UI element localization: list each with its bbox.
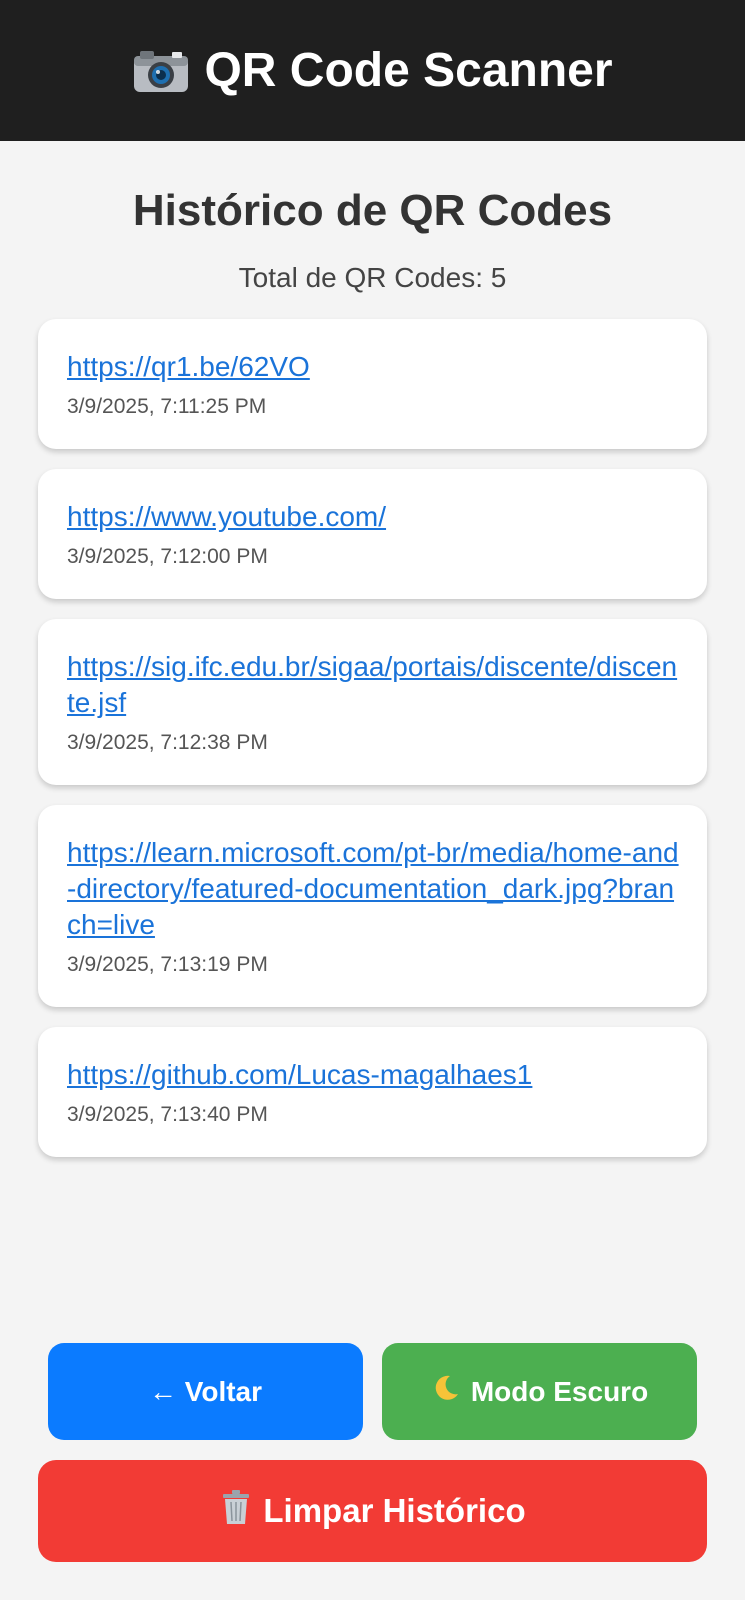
- history-date: 3/9/2025, 7:11:25 PM: [67, 395, 267, 418]
- history-date: 3/9/2025, 7:12:38 PM: [67, 731, 268, 754]
- history-link[interactable]: https://qr1.be/62VO: [67, 349, 679, 385]
- clear-history-button-label: Limpar Histórico: [263, 1492, 526, 1529]
- back-button-label: ← Voltar: [148, 1375, 263, 1407]
- history-item: https://github.com/Lucas-magalhaes1 3/9/…: [38, 1027, 707, 1157]
- app-title: QR Code Scanner: [204, 44, 613, 97]
- moon-icon: [431, 1373, 461, 1410]
- total-count: Total de QR Codes: 5: [238, 262, 507, 293]
- history-item: https://sig.ifc.edu.br/sigaa/portais/dis…: [38, 619, 707, 785]
- history-date: 3/9/2025, 7:13:19 PM: [67, 953, 268, 976]
- history-link[interactable]: https://github.com/Lucas-magalhaes1: [67, 1057, 679, 1093]
- history-link[interactable]: https://www.youtube.com/: [67, 499, 679, 535]
- back-button[interactable]: ← Voltar: [48, 1343, 363, 1440]
- dark-mode-button[interactable]: Modo Escuro: [382, 1343, 697, 1440]
- history-link[interactable]: https://learn.microsoft.com/pt-br/media/…: [67, 835, 679, 943]
- dark-mode-button-label: Modo Escuro: [470, 1375, 649, 1407]
- history-item: https://www.youtube.com/ 3/9/2025, 7:12:…: [38, 469, 707, 599]
- history-date: 3/9/2025, 7:12:00 PM: [67, 545, 268, 568]
- app-header: QR Code Scanner: [0, 0, 745, 141]
- camera-icon: [132, 48, 190, 94]
- history-item: https://qr1.be/62VO 3/9/2025, 7:11:25 PM: [38, 319, 707, 449]
- history-item: https://learn.microsoft.com/pt-br/media/…: [38, 805, 707, 1007]
- page-title: Histórico de QR Codes: [132, 186, 613, 235]
- trash-icon: [219, 1488, 253, 1534]
- history-date: 3/9/2025, 7:13:40 PM: [67, 1103, 268, 1126]
- history-list: https://qr1.be/62VO 3/9/2025, 7:11:25 PM…: [38, 319, 707, 1177]
- clear-history-button[interactable]: Limpar Histórico: [38, 1460, 707, 1562]
- history-link[interactable]: https://sig.ifc.edu.br/sigaa/portais/dis…: [67, 649, 679, 721]
